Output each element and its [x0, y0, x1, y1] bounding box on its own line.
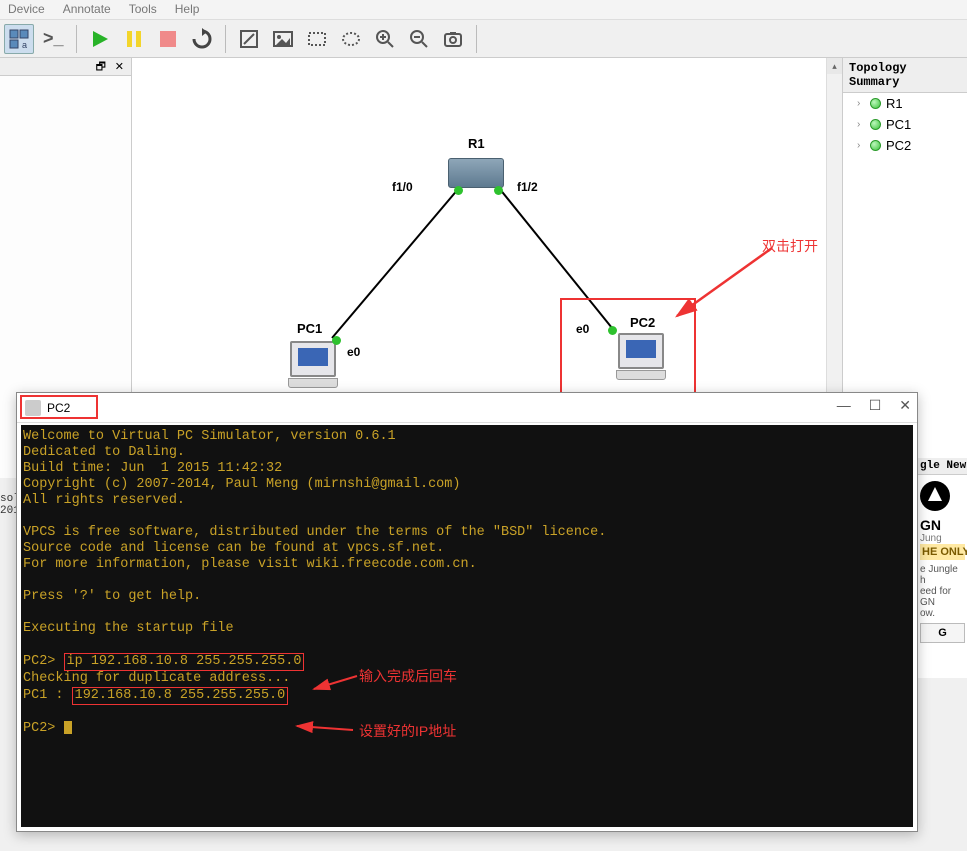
pause-button[interactable] — [119, 24, 149, 54]
menu-help[interactable]: Help — [175, 2, 200, 17]
toolbar-separator — [225, 25, 226, 53]
select-tool-button[interactable]: a — [4, 24, 34, 54]
tree-item-pc1[interactable]: › PC1 — [843, 114, 967, 135]
menu-device[interactable]: Device — [8, 2, 45, 17]
annotation-arrow — [297, 726, 353, 730]
console-button[interactable]: >_ — [38, 24, 68, 54]
brand-text: GN — [920, 517, 965, 533]
left-panel-header: 🗗 ✕ — [0, 58, 131, 76]
chevron-right-icon[interactable]: › — [857, 140, 865, 151]
note-button[interactable] — [234, 24, 264, 54]
tree-item-pc2[interactable]: › PC2 — [843, 135, 967, 156]
r1-if-right: f1/2 — [517, 180, 538, 194]
link-status-dot — [454, 186, 463, 195]
tree-label: PC1 — [886, 117, 911, 132]
annotation-text-enter: 输入完成后回车 — [359, 666, 457, 686]
r1-if-left: f1/0 — [392, 180, 413, 194]
annotation-box-pc2 — [560, 298, 696, 394]
link-status-dot — [494, 186, 503, 195]
scroll-up-icon[interactable]: ▴ — [827, 58, 842, 74]
pc1-label: PC1 — [297, 321, 322, 336]
news-panel: gle News GN Jung HE ONLY e Jungle h eed … — [917, 458, 967, 678]
zoom-out-button[interactable] — [404, 24, 434, 54]
toolbar: a >_ — [0, 20, 967, 58]
pc1[interactable] — [290, 341, 336, 377]
undock-icon[interactable]: 🗗 — [93, 61, 109, 73]
image-button[interactable] — [268, 24, 298, 54]
news-line: e Jungle h — [920, 564, 965, 586]
annotation-text-ip: 设置好的IP地址 — [359, 721, 456, 741]
svg-text:>_: >_ — [43, 28, 64, 48]
tree-label: R1 — [886, 96, 903, 111]
annotation-arrow — [314, 676, 357, 689]
news-line: eed for GN — [920, 586, 965, 608]
status-dot-icon — [870, 98, 881, 109]
zoom-in-button[interactable] — [370, 24, 400, 54]
status-dot-icon — [870, 119, 881, 130]
play-button[interactable] — [85, 24, 115, 54]
router-r1-label: R1 — [468, 136, 485, 151]
pc1-if: e0 — [347, 345, 360, 359]
screenshot-button[interactable] — [438, 24, 468, 54]
reload-button[interactable] — [187, 24, 217, 54]
svg-text:a: a — [22, 40, 27, 50]
ellipse-button[interactable] — [336, 24, 366, 54]
news-header: gle News — [918, 458, 967, 475]
news-line: ow. — [920, 608, 965, 619]
link-status-dot — [332, 336, 341, 345]
toolbar-separator — [76, 25, 77, 53]
router-r1[interactable] — [448, 158, 504, 188]
terminal-window: PC2 — ☐ ✕ Welcome to Virtual PC Simulato… — [16, 392, 918, 832]
stop-button[interactable] — [153, 24, 183, 54]
status-dot-icon — [870, 140, 881, 151]
brand-sub: Jung — [920, 533, 965, 544]
tree-label: PC2 — [886, 138, 911, 153]
gns3-logo-icon — [920, 481, 950, 511]
annotation-text-dblclick: 双击打开 — [762, 236, 818, 256]
toolbar-separator — [476, 25, 477, 53]
rect-button[interactable] — [302, 24, 332, 54]
menu-annotate[interactable]: Annotate — [63, 2, 111, 17]
close-icon[interactable]: ✕ — [112, 61, 127, 73]
tree-item-r1[interactable]: › R1 — [843, 93, 967, 114]
only-badge: HE ONLY — [920, 544, 965, 560]
chevron-right-icon[interactable]: › — [857, 119, 865, 130]
topology-summary-title: Topology Summary — [843, 58, 967, 93]
menu-tools[interactable]: Tools — [129, 2, 157, 17]
pc1-base — [288, 378, 338, 388]
go-button[interactable]: G — [920, 623, 965, 643]
link-r1-pc1 — [332, 188, 459, 338]
menu-bar: Device Annotate Tools Help — [0, 0, 967, 20]
chevron-right-icon[interactable]: › — [857, 98, 865, 109]
